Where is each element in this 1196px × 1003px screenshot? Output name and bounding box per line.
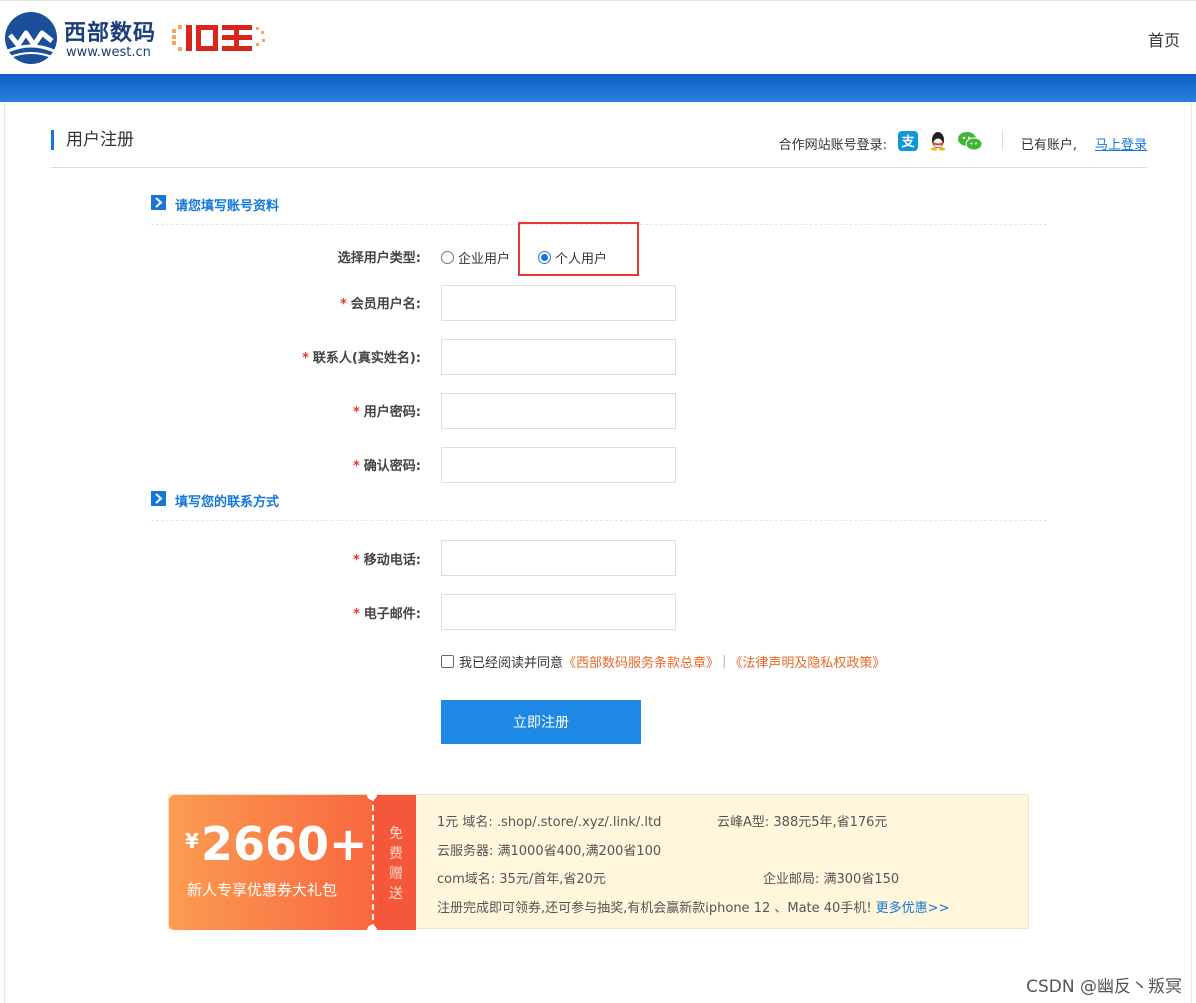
anniversary-badge-icon — [172, 25, 265, 51]
promo-tag-char: 免 — [389, 826, 403, 842]
radio-circle-icon[interactable] — [441, 251, 454, 264]
coupon-notch — [367, 790, 377, 800]
contact-name-input[interactable] — [441, 339, 676, 375]
privacy-policy-link[interactable]: 《法律声明及隐私权政策》 — [729, 652, 885, 671]
page-title: 用户注册 — [51, 130, 134, 150]
csdn-watermark: CSDN @幽反丶叛冥 — [1026, 977, 1182, 997]
register-panel: 用户注册 合作网站账号登录: 支 已有账户, 马上登录 请您填写账号资料 选择用… — [4, 102, 1192, 1003]
promo-coupon: ¥ 2660+ 新人专享优惠券大礼包 — [169, 795, 372, 930]
logo-url-text: www.west.cn — [66, 45, 151, 60]
promo-tag-char: 赠 — [389, 866, 403, 882]
west-logo-icon — [5, 12, 57, 64]
page-title-bar: 用户注册 合作网站账号登录: 支 已有账户, 马上登录 — [51, 130, 1147, 168]
promo-line: 1元 域名: .shop/.store/.xyz/.link/.ltd — [437, 815, 662, 830]
contact-name-label: * 联系人(真实姓名): — [302, 351, 421, 366]
username-input[interactable] — [441, 285, 676, 321]
agree-terms-row: 我已经阅读并同意 《西部数码服务条款总章》 | 《法律声明及隐私权政策》 — [441, 652, 885, 671]
terms-separator: | — [722, 653, 727, 669]
confirm-password-input[interactable] — [441, 447, 676, 483]
promo-line: com域名: 35元/首年,省20元 — [437, 872, 606, 887]
annotation-highlight-box — [518, 222, 639, 276]
promo-line: 注册完成即可领券,还可参与抽奖,有机会赢新款iphone 12 、Mate 40… — [437, 901, 950, 916]
section-title: 填写您的联系方式 — [175, 495, 280, 510]
username-label: * 会员用户名: — [339, 297, 421, 312]
svg-text:支: 支 — [900, 134, 915, 150]
account-info-section-header: 请您填写账号资料 — [151, 195, 1047, 225]
agree-text: 我已经阅读并同意 — [459, 655, 564, 671]
wechat-icon[interactable] — [957, 130, 983, 152]
alipay-icon[interactable]: 支 — [897, 130, 919, 152]
partner-login-icons: 支 — [897, 130, 987, 152]
password-label: * 用户密码: — [352, 405, 421, 420]
agree-checkbox[interactable] — [441, 654, 454, 668]
promo-line: 云峰A型: 388元5年,省176元 — [717, 815, 888, 830]
more-offers-link[interactable]: 更多优惠>> — [876, 901, 950, 916]
coupon-notch — [367, 925, 377, 935]
mobile-label: * 移动电话: — [352, 553, 421, 568]
user-type-label: 选择用户类型: — [337, 251, 421, 266]
nav-home-link[interactable]: 首页 — [1148, 27, 1180, 51]
promo-tag-char: 送 — [389, 886, 403, 902]
promo-line: 云服务器: 满1000省400,满200省100 — [437, 844, 662, 859]
chevron-right-icon — [151, 195, 166, 210]
chevron-right-icon — [151, 491, 166, 506]
promo-subtitle: 新人专享优惠券大礼包 — [187, 881, 338, 899]
section-title: 请您填写账号资料 — [175, 199, 280, 214]
mobile-input[interactable] — [441, 540, 676, 576]
email-input[interactable] — [441, 594, 676, 630]
partner-login-label: 合作网站账号登录: — [778, 138, 887, 153]
qq-icon[interactable] — [927, 130, 949, 152]
site-logo[interactable]: 西部数码 www.west.cn — [4, 11, 274, 67]
title-bar-divider — [1002, 130, 1003, 150]
contact-info-section-header: 填写您的联系方式 — [151, 491, 1047, 521]
login-now-link[interactable]: 马上登录 — [1095, 134, 1147, 153]
radio-enterprise-user[interactable]: 企业用户 — [441, 248, 510, 267]
password-input[interactable] — [441, 393, 676, 429]
promo-amount: 2660+ — [201, 817, 368, 871]
site-header: 西部数码 www.west.cn 首页 — [0, 0, 1196, 74]
promo-line: 企业邮局: 满300省150 — [763, 872, 900, 887]
register-submit-button[interactable]: 立即注册 — [441, 700, 641, 744]
confirm-password-label: * 确认密码: — [352, 459, 421, 474]
email-label: * 电子邮件: — [352, 607, 421, 622]
promo-free-tag: 免 费 赠 送 — [372, 795, 416, 930]
promo-currency: ¥ — [185, 829, 199, 853]
logo-brand-text: 西部数码 — [64, 21, 157, 46]
service-terms-link[interactable]: 《西部数码服务条款总章》 — [563, 652, 719, 671]
have-account-text: 已有账户, — [1020, 138, 1077, 153]
promo-tag-char: 费 — [389, 846, 403, 862]
radio-label: 企业用户 — [458, 252, 511, 267]
promo-banner[interactable]: ¥ 2660+ 新人专享优惠券大礼包 免 费 赠 送 1元 域名: .shop/… — [168, 790, 1029, 935]
header-blue-band — [0, 74, 1196, 102]
